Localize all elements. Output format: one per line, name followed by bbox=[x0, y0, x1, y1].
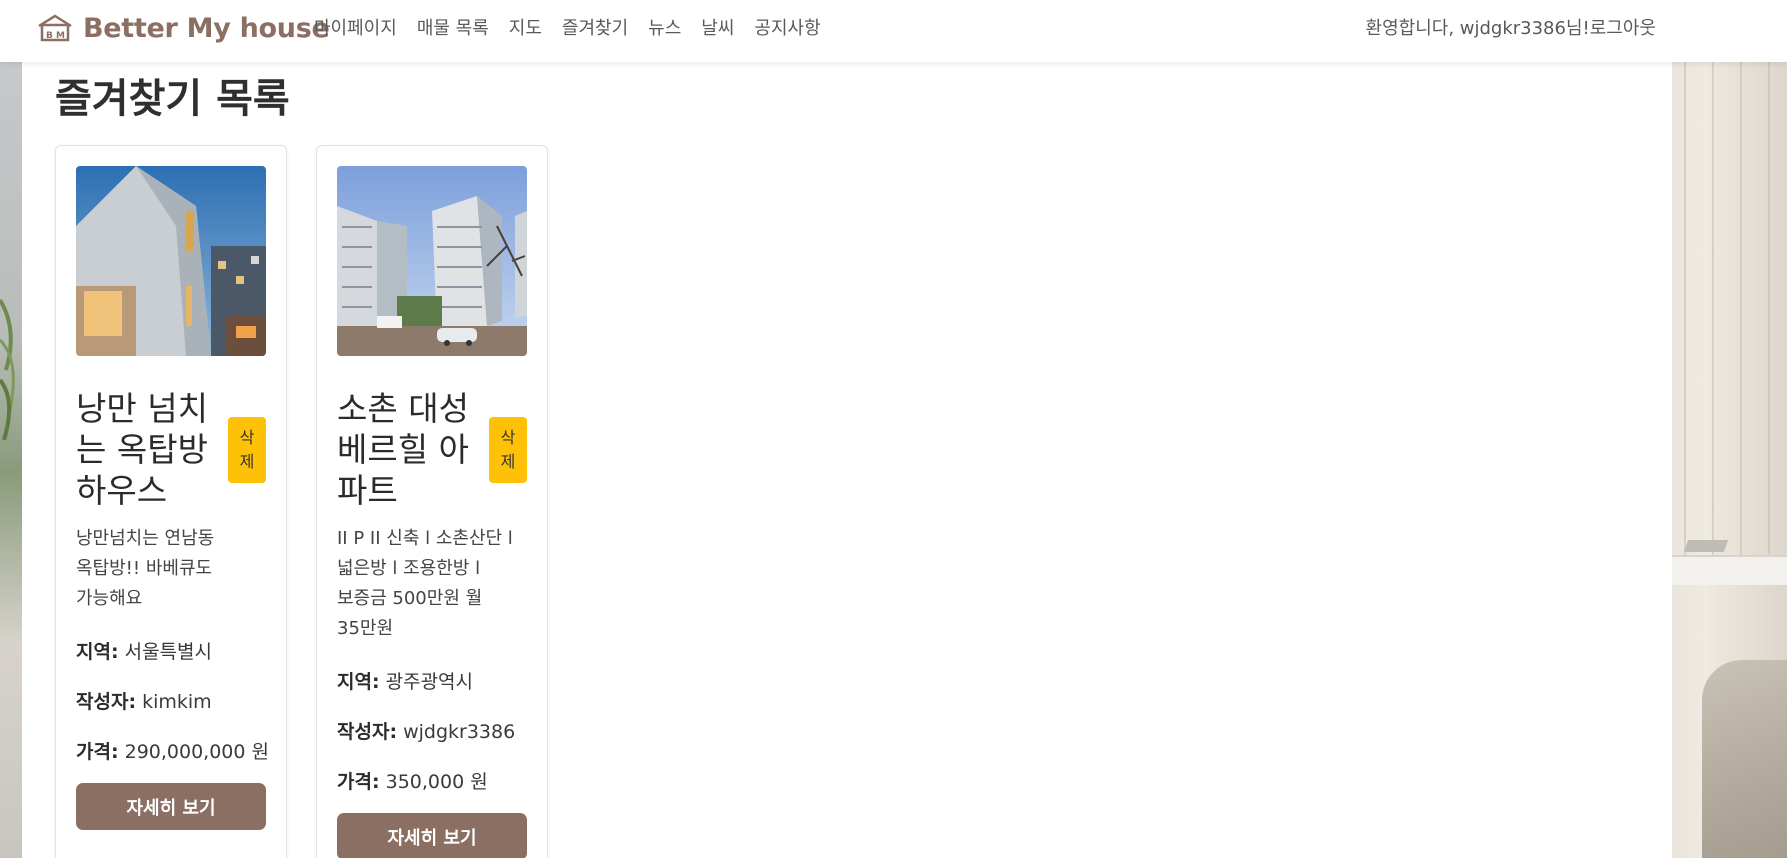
price-label: 가격: bbox=[76, 741, 119, 763]
card-description: II P II 신축 l 소촌산단 l 넓은방 l 조용한방 l 보증금 500… bbox=[337, 528, 513, 639]
nav-links: 마이페이지 매물 목록 지도 즐겨찾기 뉴스 날씨 공지사항 bbox=[314, 14, 841, 40]
price-value: 290,000,000 원 bbox=[124, 741, 270, 763]
svg-text:B: B bbox=[46, 31, 53, 41]
author-value: kimkim bbox=[142, 691, 212, 713]
svg-text:M: M bbox=[56, 31, 65, 41]
welcome-text: 환영합니다, wjdgkr3386님! bbox=[1365, 18, 1590, 39]
author-label: 작성자: bbox=[76, 691, 137, 713]
card-header: 소촌 대성 베르힐 아파트 삭제 bbox=[337, 388, 527, 511]
region-label: 지역: bbox=[76, 641, 119, 663]
logout-link[interactable]: 로그아웃 bbox=[1590, 14, 1656, 40]
house-logo-icon: B M bbox=[38, 14, 72, 42]
nav-listings[interactable]: 매물 목록 bbox=[417, 14, 489, 40]
card-title[interactable]: 낭만 넘치는 옥탑방 하우스 bbox=[76, 388, 221, 511]
card-price: 가격: 290,000,000 원 bbox=[76, 737, 276, 764]
price-label: 가격: bbox=[337, 771, 380, 793]
card-author: 작성자: kimkim bbox=[76, 687, 276, 714]
card-region: 지역: 광주광역시 bbox=[337, 667, 537, 694]
detail-button[interactable]: 자세히 보기 bbox=[337, 813, 527, 858]
favorite-card: 낭만 넘치는 옥탑방 하우스 삭제 낭만넘치는 연남동 옥탑방!! 바베큐도 가… bbox=[55, 145, 287, 858]
card-author: 작성자: wjdgkr3386 bbox=[337, 717, 537, 744]
card-description: 낭만넘치는 연남동 옥탑방!! 바베큐도 가능해요 bbox=[76, 528, 215, 609]
detail-button[interactable]: 자세히 보기 bbox=[76, 783, 266, 830]
card-title[interactable]: 소촌 대성 베르힐 아파트 bbox=[337, 388, 482, 511]
nav-notices[interactable]: 공지사항 bbox=[754, 14, 820, 40]
author-value: wjdgkr3386 bbox=[403, 721, 516, 743]
card-region: 지역: 서울특별시 bbox=[76, 637, 276, 664]
nav-mypage[interactable]: 마이페이지 bbox=[314, 14, 397, 40]
region-value: 광주광역시 bbox=[385, 671, 474, 693]
delete-button[interactable]: 삭제 bbox=[228, 416, 266, 483]
favorite-card: 소촌 대성 베르힐 아파트 삭제 II P II 신축 l 소촌산단 l 넓은방… bbox=[316, 145, 548, 858]
nav-favorites[interactable]: 즐겨찾기 bbox=[562, 14, 628, 40]
nav-weather[interactable]: 날씨 bbox=[701, 14, 734, 40]
author-label: 작성자: bbox=[337, 721, 398, 743]
property-image bbox=[337, 166, 527, 356]
nav-map[interactable]: 지도 bbox=[509, 14, 542, 40]
nav-news[interactable]: 뉴스 bbox=[648, 14, 681, 40]
price-value: 350,000 원 bbox=[385, 771, 488, 793]
plant-decoration bbox=[0, 298, 15, 441]
background-photo-right bbox=[1672, 0, 1787, 858]
delete-button[interactable]: 삭제 bbox=[489, 416, 527, 483]
brand-name: Better My house bbox=[83, 12, 330, 44]
user-area: 환영합니다, wjdgkr3386님! 로그아웃 bbox=[1366, 14, 1656, 40]
brand[interactable]: B M Better My house bbox=[37, 10, 330, 46]
region-label: 지역: bbox=[337, 671, 380, 693]
region-value: 서울특별시 bbox=[124, 641, 213, 663]
page-title: 즐겨찾기 목록 bbox=[55, 76, 290, 122]
card-price: 가격: 350,000 원 bbox=[337, 767, 537, 794]
card-header: 낭만 넘치는 옥탑방 하우스 삭제 bbox=[76, 388, 266, 511]
top-navbar: B M Better My house 마이페이지 매물 목록 지도 즐겨찾기 … bbox=[0, 0, 1787, 62]
property-image bbox=[76, 166, 266, 356]
